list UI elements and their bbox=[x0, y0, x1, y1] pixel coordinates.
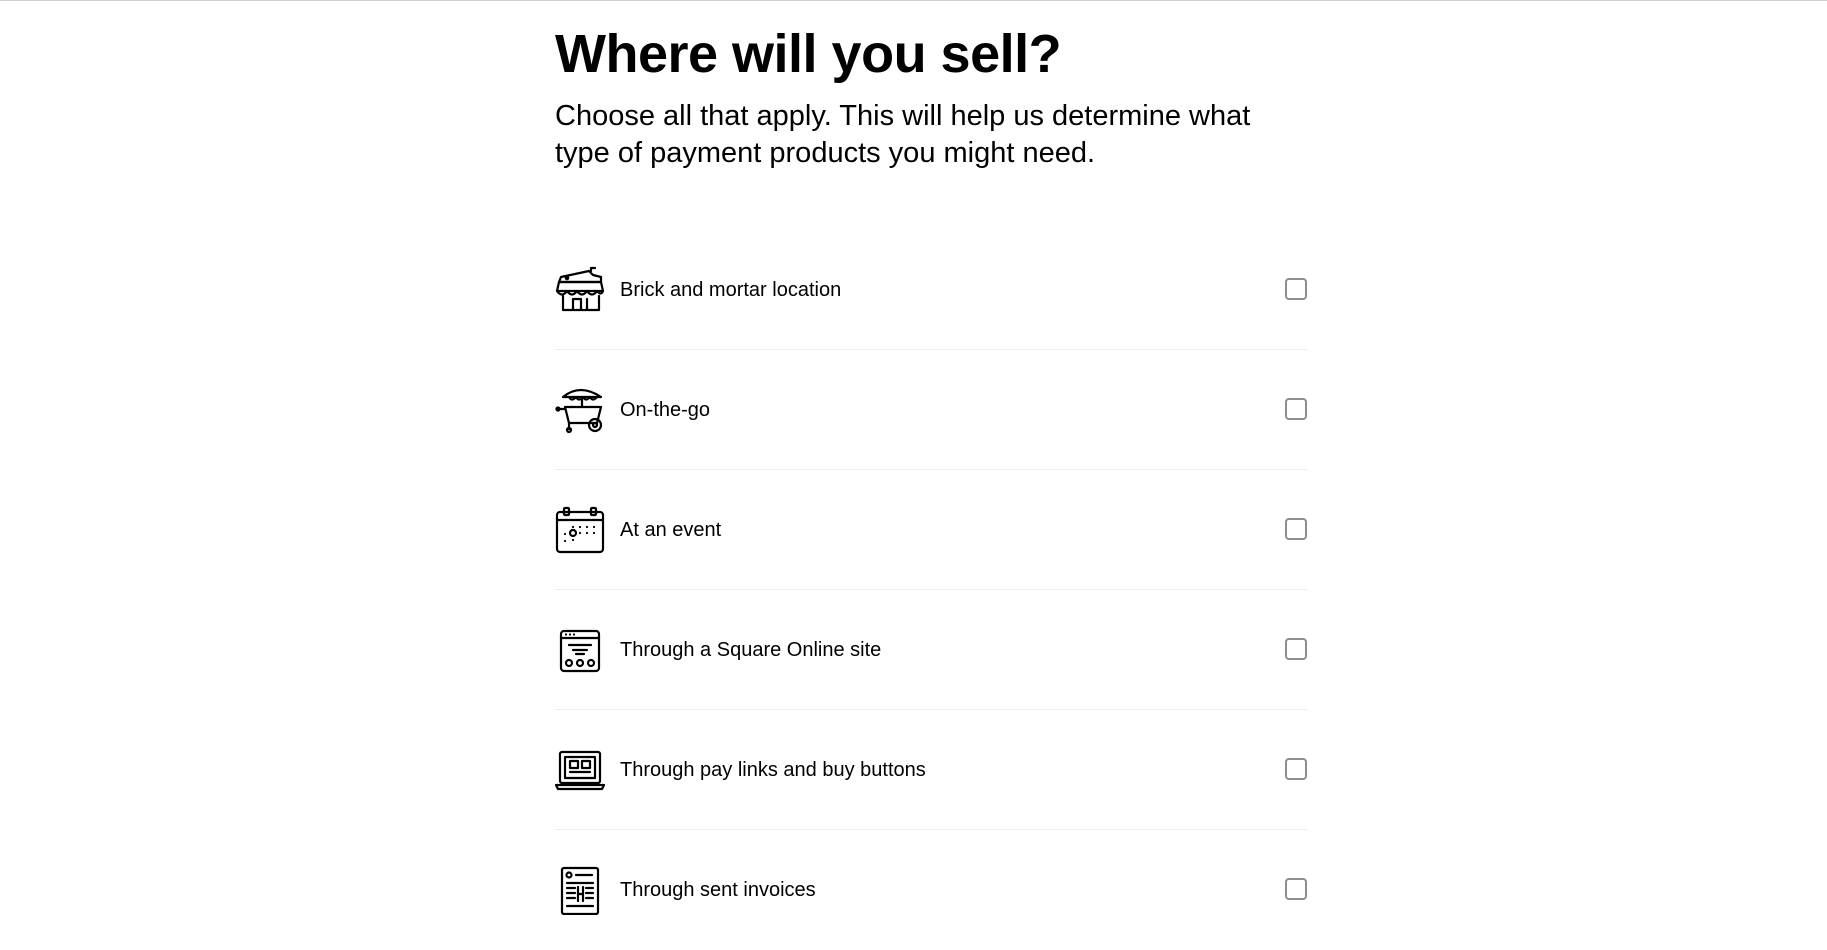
calendar-event-icon bbox=[555, 505, 605, 555]
option-checkbox[interactable] bbox=[1285, 878, 1307, 900]
page-subtitle: Choose all that apply. This will help us… bbox=[555, 100, 1251, 169]
page-title: Where will you sell? bbox=[555, 24, 1062, 84]
option-checkbox[interactable] bbox=[1285, 518, 1307, 540]
website-icon bbox=[555, 625, 605, 675]
option-square-online-site[interactable]: Through a Square Online site bbox=[555, 590, 1307, 710]
option-checkbox[interactable] bbox=[1285, 398, 1307, 420]
option-label: On-the-go bbox=[620, 399, 711, 421]
option-label: Through pay links and buy buttons bbox=[620, 759, 926, 781]
invoice-icon bbox=[555, 865, 605, 915]
sell-options-list: Brick and mortar location On-the-go At a… bbox=[555, 230, 1307, 950]
option-label: At an event bbox=[620, 519, 722, 541]
option-label: Brick and mortar location bbox=[620, 279, 842, 301]
option-sent-invoices[interactable]: Through sent invoices bbox=[555, 830, 1307, 950]
option-pay-links-buy-buttons[interactable]: Through pay links and buy buttons bbox=[555, 710, 1307, 830]
option-at-an-event[interactable]: At an event bbox=[555, 470, 1307, 590]
option-label: Through a Square Online site bbox=[620, 639, 882, 661]
option-checkbox[interactable] bbox=[1285, 638, 1307, 660]
food-cart-icon bbox=[555, 385, 605, 435]
storefront-icon bbox=[555, 265, 605, 315]
option-label: Through sent invoices bbox=[620, 879, 816, 901]
laptop-icon bbox=[555, 745, 605, 795]
option-checkbox[interactable] bbox=[1285, 758, 1307, 780]
option-on-the-go[interactable]: On-the-go bbox=[555, 350, 1307, 470]
option-checkbox[interactable] bbox=[1285, 278, 1307, 300]
option-brick-and-mortar[interactable]: Brick and mortar location bbox=[555, 230, 1307, 350]
main-content: Where will you sell? Choose all that app… bbox=[555, 0, 1307, 915]
